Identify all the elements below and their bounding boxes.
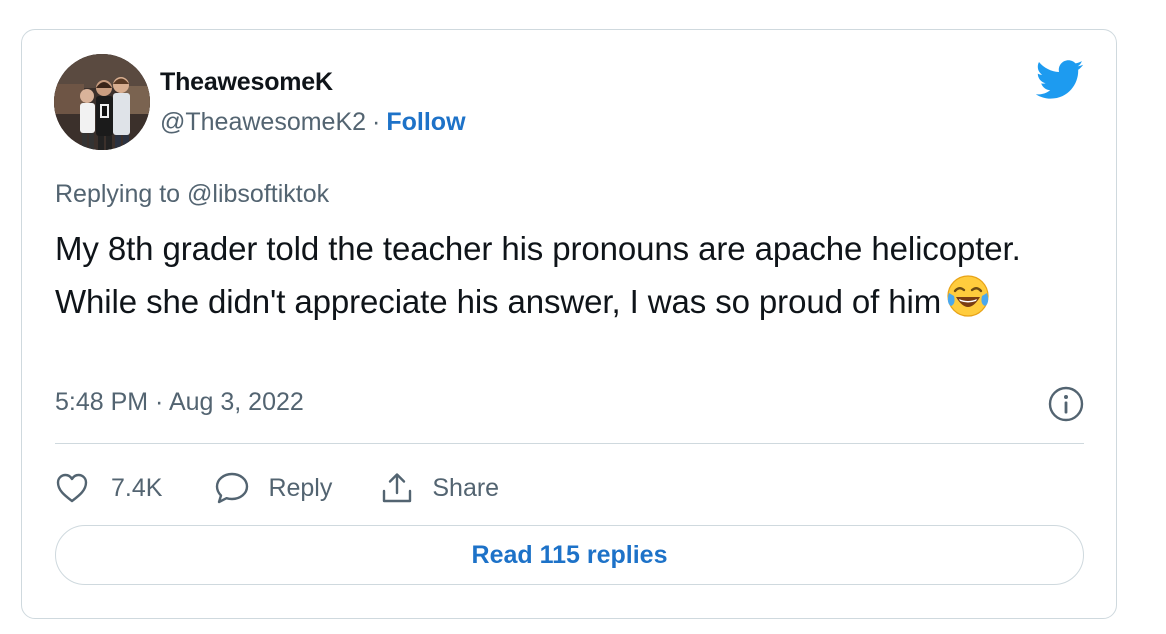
reply-mention-link[interactable]: @libsoftiktok: [187, 180, 329, 208]
info-icon[interactable]: [1048, 386, 1084, 422]
read-replies-button[interactable]: Read 115 replies: [55, 525, 1084, 585]
follow-button[interactable]: Follow: [386, 108, 465, 136]
divider: [55, 443, 1084, 444]
replying-to-prefix: Replying to: [55, 180, 181, 208]
author-display-name[interactable]: TheawesomeK: [160, 68, 333, 97]
share-label: Share: [432, 473, 500, 502]
author-handle-line: @TheawesomeK2 · Follow: [160, 108, 466, 137]
author-handle[interactable]: @TheawesomeK2: [160, 108, 366, 136]
separator-dot: ·: [372, 108, 381, 136]
tweet-card: TheawesomeK @TheawesomeK2 · Follow Replyin…: [21, 29, 1117, 619]
twitter-bird-icon[interactable]: [1035, 60, 1084, 100]
like-button[interactable]: 7.4K: [55, 472, 162, 504]
replying-to: Replying to @libsoftiktok: [55, 180, 329, 209]
share-upload-icon: [383, 473, 412, 503]
tweet-text-content: My 8th grader told the teacher his prono…: [55, 230, 1039, 320]
heart-icon: [56, 473, 88, 503]
tweet-text: My 8th grader told the teacher his prono…: [55, 225, 1095, 326]
avatar[interactable]: [54, 54, 150, 150]
tweet-timestamp[interactable]: 5:48 PM · Aug 3, 2022: [55, 388, 304, 417]
face-with-tears-of-joy-icon: [945, 273, 991, 319]
speech-bubble-icon: [216, 472, 249, 504]
action-bar: 7.4K Reply Share: [55, 470, 499, 506]
reply-label: Reply: [268, 473, 333, 502]
avatar-photo: [54, 54, 150, 150]
reply-button[interactable]: Reply: [214, 471, 332, 505]
share-button[interactable]: Share: [380, 471, 499, 505]
like-count: 7.4K: [111, 473, 163, 502]
